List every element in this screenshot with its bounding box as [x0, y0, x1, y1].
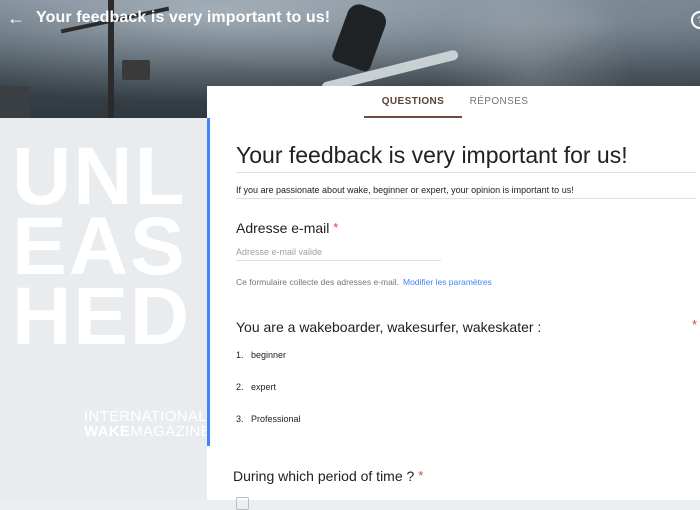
option-professional[interactable]: 3. Professional	[236, 414, 301, 424]
required-asterisk: *	[333, 220, 339, 235]
magazine-wake-word: WAKE	[84, 423, 131, 440]
description-underline	[236, 198, 696, 199]
option-number: 1.	[236, 350, 244, 360]
option-label: beginner	[251, 350, 287, 360]
email-collect-note: Ce formulaire collecte des adresses e-ma…	[236, 277, 492, 287]
tab-responses[interactable]: RÉPONSES	[462, 86, 536, 118]
theme-sidebar-image: UNL EAS HED INTERNATIONAL WAKEMAGAZINE	[0, 118, 207, 500]
email-question-label: Adresse e-mail	[236, 220, 330, 236]
option-label: expert	[251, 382, 277, 392]
period-question-card: During which period of time ? *	[207, 446, 700, 510]
banner-building	[0, 86, 30, 118]
option-expert[interactable]: 2. expert	[236, 382, 276, 392]
magazine-word: MAGAZINE	[130, 423, 207, 440]
back-arrow-icon[interactable]: ←	[6, 8, 26, 28]
email-input[interactable]	[236, 244, 441, 261]
option-number: 2.	[236, 382, 244, 392]
form-description[interactable]: If you are passionate about wake, beginn…	[236, 185, 574, 195]
option-number: 3.	[236, 414, 244, 424]
form-title[interactable]: Your feedback is very important for us!	[236, 142, 628, 169]
logo-line-3: HED	[12, 271, 192, 362]
wake-required-asterisk: *	[692, 317, 698, 332]
wake-question-title[interactable]: You are a wakeboarder, wakesurfer, wakes…	[236, 319, 541, 335]
option-beginner[interactable]: 1. beginner	[236, 350, 286, 360]
period-option-checkbox[interactable]	[236, 497, 249, 510]
tab-bar: QUESTIONS RÉPONSES	[207, 86, 700, 118]
tab-questions[interactable]: QUESTIONS	[364, 86, 462, 118]
title-underline	[236, 172, 696, 173]
form-card: Your feedback is very important for us! …	[207, 118, 700, 454]
period-required-asterisk: *	[418, 468, 424, 483]
period-question-label: During which period of time ?	[233, 468, 415, 484]
email-collect-text: Ce formulaire collecte des adresses e-ma…	[236, 277, 399, 287]
magazine-line-wake: WAKEMAGAZINE	[84, 423, 207, 440]
modify-settings-link[interactable]: Modifier les paramètres	[403, 277, 492, 287]
option-label: Professional	[251, 414, 301, 424]
email-question-title: Adresse e-mail *	[236, 220, 338, 236]
period-question-title[interactable]: During which period of time ? *	[233, 468, 423, 484]
banner-crane-load	[122, 60, 150, 80]
page-title: Your feedback is very important to us!	[36, 9, 331, 26]
unleashed-logo: UNL EAS HED	[12, 136, 192, 362]
